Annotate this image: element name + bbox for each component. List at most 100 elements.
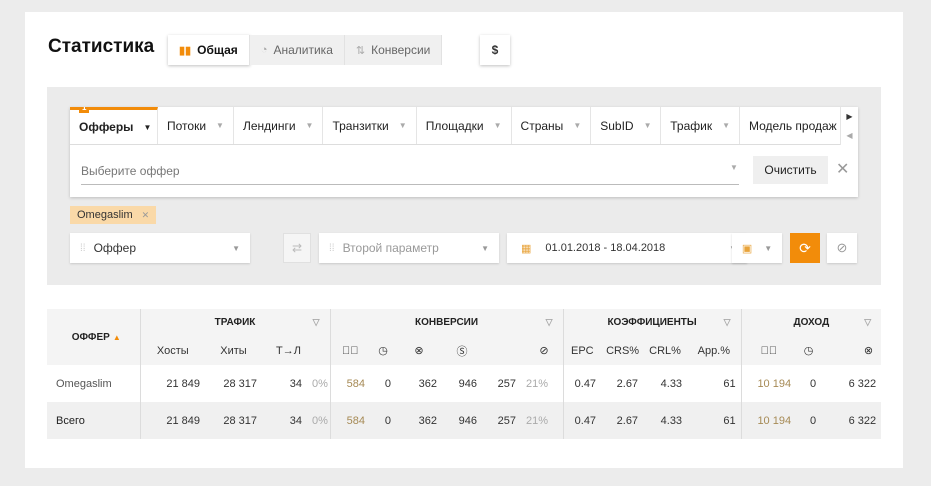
filter-tab-subid[interactable]: SubID ▼ — [591, 107, 662, 144]
forbidden-icon: ⊘ — [836, 240, 848, 255]
remove-chip-icon[interactable]: ✕ — [142, 210, 150, 221]
filter-tab-sales-model[interactable]: Модель продаж — [740, 107, 840, 144]
epc-cell: 0.47 — [562, 365, 602, 402]
scroll-right-icon[interactable]: ▶ — [846, 112, 852, 121]
filter-tab-label: Лендинги — [242, 118, 296, 133]
calendar-icon: ▦ — [521, 242, 532, 255]
conv-trash-pct-cell: 21% — [521, 365, 564, 402]
tl-pct-cell: 0% — [307, 402, 331, 439]
crs-header[interactable]: CRS% — [601, 336, 644, 365]
filter-tab-transits[interactable]: Транзитки ▼ — [323, 107, 417, 144]
hosts-header[interactable]: Хосты — [139, 336, 205, 365]
param2-select[interactable]: ⁞⁞ Второй параметр ▼ — [319, 233, 499, 263]
drag-handle-icon[interactable]: ⁞⁞ — [329, 243, 335, 254]
scroll-left-icon[interactable]: ◀ — [846, 131, 852, 140]
close-icon[interactable]: ✕ — [836, 159, 849, 179]
hits-header[interactable]: Хиты — [205, 336, 262, 365]
income-approved-icon[interactable]: ✓⃝ — [740, 336, 797, 365]
filter-tab-label: Площадки — [425, 118, 484, 133]
clear-button[interactable]: Очистить — [753, 156, 828, 184]
offer-search-input[interactable] — [81, 157, 739, 185]
filter-icon[interactable]: ▽ — [864, 317, 871, 328]
save-preset-button[interactable]: ▣ ▼ — [732, 233, 782, 263]
filter-tab-offers[interactable]: 1 Офферы ▼ — [70, 107, 158, 144]
param2-value: Второй параметр — [342, 241, 439, 255]
income-approved-cell: 10 194 — [740, 402, 797, 439]
filter-tab-traffic[interactable]: Трафик ▼ — [661, 107, 740, 144]
epc-cell: 0.47 — [562, 402, 602, 439]
bar-chart-icon: ▮▮ — [179, 44, 192, 57]
header-label: КОНВЕРСИИ — [415, 317, 479, 328]
tab-general[interactable]: ▮▮ Общая — [168, 35, 250, 65]
filter-tab-landings[interactable]: Лендинги ▼ — [234, 107, 324, 144]
filter-icon[interactable]: ▽ — [724, 317, 731, 328]
chip-label: Omegaslim — [77, 209, 133, 221]
caret-down-icon: ▼ — [722, 121, 730, 130]
header-label: КОЭФФИЦИЕНТЫ — [607, 317, 697, 328]
date-range-picker[interactable]: ▦ 01.01.2018 - 18.04.2018 ▼ — [507, 233, 747, 263]
reset-button[interactable]: ⊘ — [827, 233, 857, 263]
conv-trash-cell: 257 — [482, 402, 522, 439]
filter-tab-streams[interactable]: Потоки ▼ — [158, 107, 234, 144]
trash-icon[interactable]: ⊘ — [482, 336, 564, 365]
income-rejected-icon[interactable]: ⊗ — [821, 336, 882, 365]
conv-trash-pct-cell: 21% — [521, 402, 564, 439]
offer-name[interactable]: Omegaslim — [47, 365, 140, 402]
tab-label: Общая — [197, 43, 238, 57]
approved-icon[interactable]: ✓⃝ — [329, 336, 371, 365]
conversions-group-header: КОНВЕРСИИ ▽ — [329, 309, 564, 336]
tl-header[interactable]: Т→Л — [262, 336, 331, 365]
drag-handle-icon[interactable]: ⁞⁞ — [80, 243, 86, 254]
filter-tab-label: Трафик — [670, 118, 713, 133]
app-cell: 61 — [687, 365, 742, 402]
offer-column-header[interactable]: ОФФЕР ▲ — [47, 309, 140, 365]
conv-rejected-cell: 362 — [396, 365, 443, 402]
epc-header[interactable]: EPC — [562, 336, 602, 365]
date-range-value: 01.01.2018 - 18.04.2018 — [545, 242, 666, 254]
hosts-cell: 21 849 — [139, 365, 205, 402]
crs-cell: 2.67 — [601, 365, 644, 402]
caret-down-icon: ▼ — [493, 121, 502, 130]
filters-panel: 1 Офферы ▼ Потоки ▼ Лендинги ▼ Транзитки… — [47, 87, 881, 285]
income-rejected-cell: 6 322 — [821, 365, 882, 402]
page-title: Статистика — [48, 36, 155, 57]
caret-down-icon: ▼ — [143, 122, 152, 132]
tab-label: Конверсии — [371, 43, 431, 57]
selected-offer-chip: Omegaslim ✕ — [70, 206, 157, 224]
crl-cell: 4.33 — [643, 402, 688, 439]
income-pending-icon[interactable]: ◷ — [796, 336, 822, 365]
filter-tab-countries[interactable]: Страны ▼ — [512, 107, 592, 144]
caret-down-icon[interactable]: ▼ — [730, 163, 738, 172]
refresh-icon: ⟳ — [799, 239, 811, 256]
filter-icon[interactable]: ▽ — [313, 317, 320, 328]
filter-count-badge: 1 — [79, 107, 90, 113]
header-label: ОФФЕР — [71, 331, 110, 343]
app-header[interactable]: App.% — [687, 336, 742, 365]
filter-tab-platforms[interactable]: Площадки ▼ — [417, 107, 512, 144]
tab-conversions[interactable]: ⇅ Конверсии — [344, 35, 443, 65]
filter-tab-label: Офферы — [79, 120, 134, 134]
param1-select[interactable]: ⁞⁞ Оффер ▼ — [70, 233, 250, 263]
crl-header[interactable]: CRL% — [643, 336, 688, 365]
currency-button[interactable]: $ — [480, 35, 510, 65]
conv-sum-cell: 946 — [442, 365, 483, 402]
conv-sum-cell: 946 — [442, 402, 483, 439]
pending-icon[interactable]: ◷ — [370, 336, 397, 365]
rejected-icon[interactable]: ⊗ — [396, 336, 443, 365]
filter-selector: 1 Офферы ▼ Потоки ▼ Лендинги ▼ Транзитки… — [70, 107, 858, 197]
filter-tab-label: SubID — [600, 118, 634, 133]
conv-pending-cell: 0 — [370, 402, 397, 439]
caret-down-icon: ▼ — [643, 121, 652, 130]
pie-chart-icon: ◔ — [260, 44, 268, 56]
swap-params-button[interactable]: ⇄ — [283, 233, 311, 263]
refresh-button[interactable]: ⟳ — [790, 233, 820, 263]
sum-icon[interactable]: Ⓢ — [442, 336, 483, 365]
header-label: ТРАФИК — [214, 317, 256, 328]
tab-analytics[interactable]: ◔ Аналитика — [249, 35, 345, 65]
conv-approved-cell: 584 — [329, 365, 371, 402]
header-label: ДОХОД — [793, 317, 830, 328]
caret-down-icon: ▼ — [764, 243, 773, 253]
total-label: Всего — [47, 402, 140, 439]
filter-icon[interactable]: ▽ — [546, 317, 553, 328]
caret-down-icon: ▼ — [305, 121, 314, 130]
